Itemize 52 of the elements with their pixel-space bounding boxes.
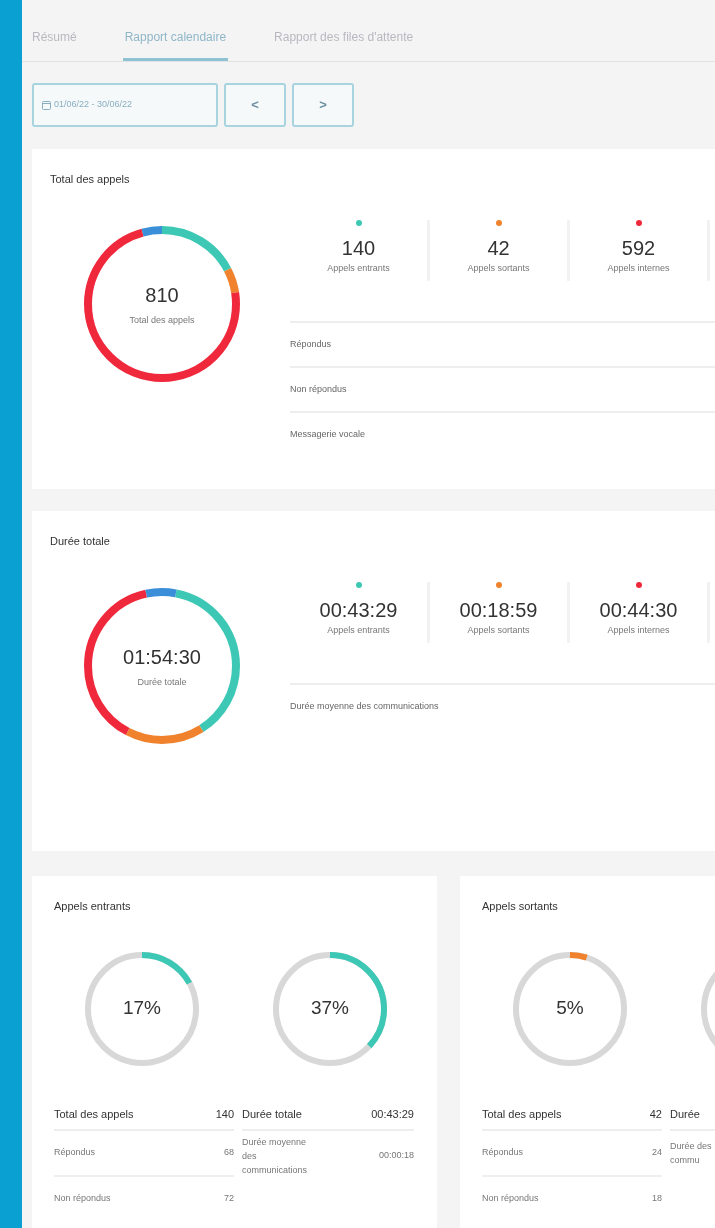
card-title: Total des appels bbox=[50, 172, 131, 187]
row-label: Total des appels bbox=[482, 1107, 562, 1123]
tab[interactable]: Rapport des files d'attente bbox=[272, 28, 416, 61]
row-label: Durée moyenne des communications bbox=[242, 1135, 309, 1177]
stat-label: Appels entrants bbox=[327, 261, 390, 275]
previous-button[interactable]: < bbox=[224, 83, 286, 127]
row-value: 00:00:18 bbox=[378, 1148, 414, 1162]
stat-value: 42 bbox=[487, 235, 510, 260]
tab[interactable]: Résumé bbox=[30, 28, 79, 61]
donut-total: 01:54:30 bbox=[123, 644, 201, 670]
row-value: 24 bbox=[652, 1145, 662, 1159]
card-title: Durée totale bbox=[50, 534, 111, 549]
row-label: Non répondus bbox=[54, 1191, 111, 1205]
stat-label: Appels internes bbox=[607, 261, 670, 275]
calendar-icon bbox=[42, 100, 51, 110]
row-value: 72 bbox=[224, 1191, 234, 1205]
stat-value: 140 bbox=[341, 235, 376, 260]
stat-label: Appels sortants bbox=[467, 261, 530, 275]
row-label: Répondus bbox=[54, 1145, 96, 1159]
date-range-button[interactable]: 01/06/22 - 30/06/22 bbox=[32, 83, 218, 127]
row-label: Durée bbox=[670, 1107, 700, 1123]
row-label: Durée moyenne des communications bbox=[290, 699, 439, 713]
row-value: 140 bbox=[215, 1107, 234, 1123]
donut-label: Durée totale bbox=[137, 675, 187, 689]
stat-label: Appels entrants bbox=[327, 623, 390, 637]
card-title: Appels sortants bbox=[482, 899, 559, 914]
row-label: Messagerie vocale bbox=[290, 427, 366, 441]
row-value: 00:43:29 bbox=[371, 1107, 414, 1123]
row-label: Total des appels bbox=[54, 1107, 134, 1123]
row-label: Répondus bbox=[290, 337, 332, 351]
row-value: 42 bbox=[649, 1107, 662, 1123]
card-title: Appels entrants bbox=[54, 899, 132, 914]
stat-value: 00:18:59 bbox=[459, 597, 538, 622]
stat-label: Appels internes bbox=[607, 623, 670, 637]
tab[interactable]: Rapport calendaire bbox=[122, 28, 229, 61]
ring-percent: 17% bbox=[123, 996, 161, 1021]
row-label: Répondus bbox=[482, 1145, 524, 1159]
stat-value: 592 bbox=[621, 235, 656, 260]
ring-percent: 37% bbox=[311, 996, 349, 1021]
row-label: Non répondus bbox=[290, 382, 347, 396]
donut-total: 810 bbox=[145, 282, 179, 308]
row-label: Durée totale bbox=[242, 1107, 302, 1123]
donut-label: Total des appels bbox=[129, 313, 195, 327]
row-value: 68 bbox=[224, 1145, 234, 1159]
stat-value: 00:43:29 bbox=[319, 597, 398, 622]
stat-value: 00:44:30 bbox=[599, 597, 678, 622]
ring-percent: 5% bbox=[556, 996, 584, 1021]
row-label: Non répondus bbox=[482, 1191, 539, 1205]
next-button[interactable]: > bbox=[292, 83, 354, 127]
row-label: Durée des commu bbox=[670, 1139, 713, 1167]
row-value: 18 bbox=[652, 1191, 662, 1205]
stat-label: Appels sortants bbox=[467, 623, 530, 637]
